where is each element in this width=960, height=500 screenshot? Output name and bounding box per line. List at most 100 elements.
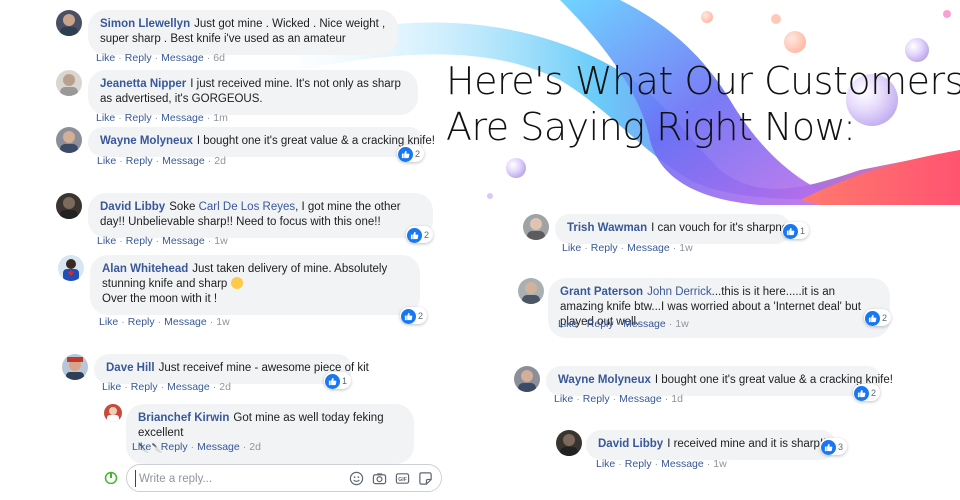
timestamp[interactable]: 1w — [675, 318, 688, 330]
reaction-count[interactable]: 3 — [820, 438, 848, 455]
reaction-count[interactable]: 2 — [397, 145, 425, 162]
comment-text: I can vouch for it's sharpness. — [651, 222, 803, 234]
comment-text: I received mine and it is sharp!! — [667, 438, 827, 450]
reply-link[interactable]: Reply — [591, 242, 618, 254]
tagged-user[interactable]: John Derrick — [647, 286, 712, 298]
avatar[interactable] — [556, 430, 582, 456]
commenter-name[interactable]: David Libby — [100, 201, 165, 213]
like-reaction-icon — [783, 223, 798, 239]
message-link[interactable]: Message — [162, 155, 205, 167]
reply-link[interactable]: Reply — [125, 52, 152, 64]
message-link[interactable]: Message — [619, 393, 662, 405]
reaction-count[interactable]: 2 — [864, 309, 892, 326]
timestamp[interactable]: 2d — [249, 441, 261, 453]
message-link[interactable]: Message — [197, 441, 240, 453]
avatar[interactable] — [518, 278, 544, 304]
commenter-name[interactable]: Grant Paterson — [560, 286, 643, 298]
commenter-name[interactable]: Jeanetta Nipper — [100, 78, 186, 90]
like-link[interactable]: Like — [562, 242, 581, 254]
reaction-count[interactable]: 2 — [853, 384, 881, 401]
reply-link[interactable]: Reply — [161, 441, 188, 453]
commenter-name[interactable]: Brianchef Kirwin — [138, 412, 229, 424]
commenter-name[interactable]: Dave Hill — [106, 362, 155, 374]
reaction-count[interactable]: 2 — [400, 307, 428, 324]
avatar[interactable] — [56, 193, 82, 219]
message-link[interactable]: Message — [623, 318, 666, 330]
reply-box: GIF — [126, 464, 442, 492]
reply-link[interactable]: Reply — [583, 393, 610, 405]
message-link[interactable]: Message — [661, 458, 704, 470]
like-link[interactable]: Like — [554, 393, 573, 405]
timestamp[interactable]: 1w — [214, 235, 227, 247]
reply-link[interactable]: Reply — [131, 381, 158, 393]
reply-link[interactable]: Reply — [126, 155, 153, 167]
like-link[interactable]: Like — [96, 52, 115, 64]
comment-actions: Like · Reply · Message · 6d — [96, 52, 225, 64]
timestamp[interactable]: 1w — [679, 242, 692, 254]
avatar[interactable] — [104, 404, 122, 422]
avatar[interactable] — [523, 214, 549, 240]
commenter-name[interactable]: Wayne Molyneux — [100, 135, 193, 147]
timestamp[interactable]: 1w — [713, 458, 726, 470]
comment-actions: Like · Reply · Message · 1w — [562, 242, 693, 254]
comment-actions: Like · Reply · Message · 2d — [97, 155, 226, 167]
message-link[interactable]: Message — [161, 112, 204, 124]
avatar[interactable] — [62, 354, 88, 380]
message-link[interactable]: Message — [162, 235, 205, 247]
reaction-count[interactable]: 1 — [324, 372, 352, 389]
reaction-count[interactable]: 1 — [782, 222, 810, 239]
timestamp[interactable]: 1m — [213, 112, 228, 124]
reply-link[interactable]: Reply — [587, 318, 614, 330]
comment-bubble: Alan Whitehead Just taken delivery of min… — [90, 255, 420, 315]
timestamp[interactable]: 2d — [214, 155, 226, 167]
reply-link[interactable]: Reply — [126, 235, 153, 247]
avatar[interactable] — [56, 70, 82, 96]
timestamp[interactable]: 1d — [671, 393, 683, 405]
reply-link[interactable]: Reply — [625, 458, 652, 470]
avatar[interactable] — [56, 127, 82, 153]
camera-icon[interactable] — [372, 471, 387, 486]
like-link[interactable]: Like — [558, 318, 577, 330]
commenter-name[interactable]: Alan Whitehead — [102, 263, 188, 275]
reply-input[interactable] — [135, 470, 345, 487]
like-link[interactable]: Like — [99, 316, 118, 328]
message-link[interactable]: Message — [164, 316, 207, 328]
reply-link[interactable]: Reply — [128, 316, 155, 328]
like-link[interactable]: Like — [596, 458, 615, 470]
avatar[interactable] — [56, 10, 82, 36]
timestamp[interactable]: 6d — [213, 52, 225, 64]
commenter-name[interactable]: Simon Llewellyn — [100, 18, 190, 30]
timestamp[interactable]: 1w — [216, 316, 229, 328]
commenter-name[interactable]: David Libby — [598, 438, 663, 450]
like-link[interactable]: Like — [132, 441, 151, 453]
like-reaction-icon — [821, 439, 836, 455]
like-reaction-icon — [865, 310, 880, 326]
message-link[interactable]: Message — [627, 242, 670, 254]
headline: Here's What Our Customers Are Saying Rig… — [446, 58, 960, 150]
like-link[interactable]: Like — [97, 155, 116, 167]
comment-text: I bought one it's great value & a cracki… — [196, 135, 435, 147]
comment-actions: Like · Reply · Message · 1w — [97, 235, 228, 247]
comment-text-line-2: Over the moon with it ! — [102, 293, 218, 305]
avatar[interactable] — [514, 366, 540, 392]
like-link[interactable]: Like — [97, 235, 116, 247]
message-link[interactable]: Message — [161, 52, 204, 64]
emoji-icon[interactable] — [349, 471, 364, 486]
reply-link[interactable]: Reply — [125, 112, 152, 124]
comment-actions: Like · Reply · Message · 1w — [99, 316, 230, 328]
commenter-name[interactable]: Wayne Molyneux — [558, 374, 651, 386]
commenter-name[interactable]: Trish Wawman — [567, 222, 647, 234]
headline-line-1: Here's What Our Customers — [446, 59, 960, 103]
comment-bubble: Wayne Molyneux I bought one it's great va… — [88, 127, 435, 157]
like-link[interactable]: Like — [96, 112, 115, 124]
like-link[interactable]: Like — [102, 381, 121, 393]
gif-icon[interactable]: GIF — [395, 471, 410, 486]
avatar[interactable] — [58, 255, 84, 281]
headline-line-2: Are Saying Right Now: — [446, 105, 856, 149]
sticker-icon[interactable] — [418, 471, 433, 486]
timestamp[interactable]: 2d — [219, 381, 231, 393]
tagged-user[interactable]: Carl De Los Reyes — [199, 201, 296, 213]
like-reaction-icon — [401, 308, 416, 324]
message-link[interactable]: Message — [167, 381, 210, 393]
reaction-count[interactable]: 2 — [406, 226, 434, 243]
